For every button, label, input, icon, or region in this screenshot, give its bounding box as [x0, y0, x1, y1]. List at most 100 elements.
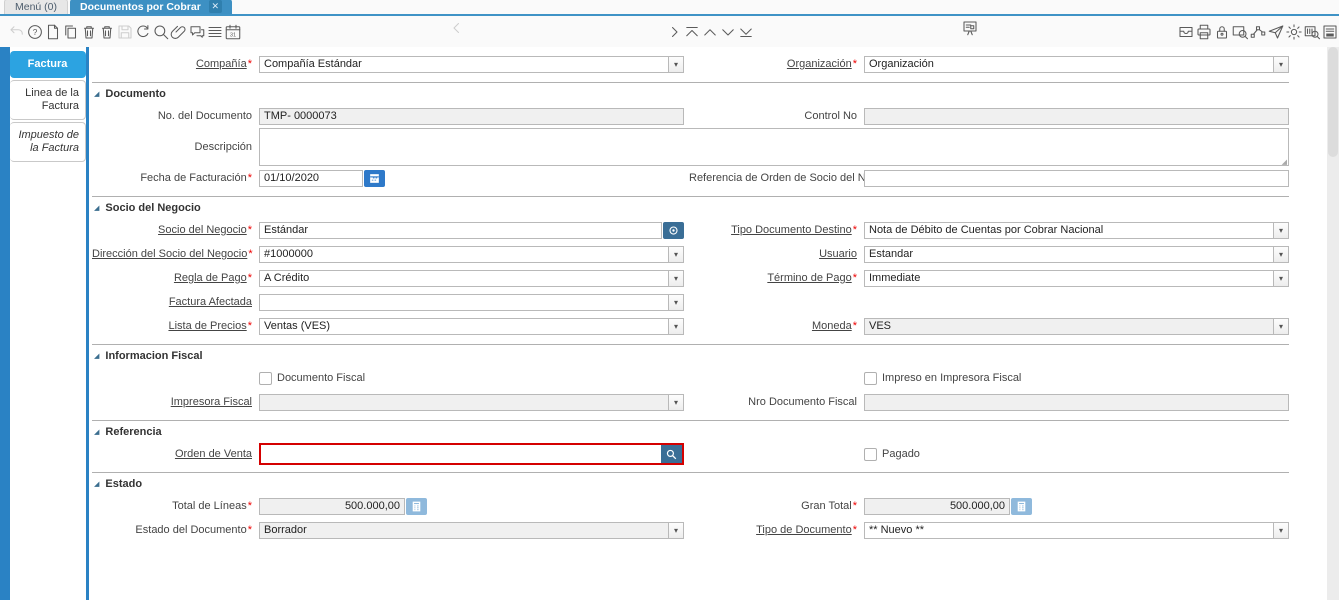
collapse-triangle-icon[interactable]: ◢ — [94, 91, 99, 98]
delete-record-icon[interactable] — [80, 19, 98, 45]
socio-del-negocio-label[interactable]: Socio del Negocio* — [92, 224, 254, 236]
tipo-de-documento-label[interactable]: Tipo de Documento* — [689, 524, 859, 536]
find-icon[interactable] — [152, 19, 170, 45]
moneda-label[interactable]: Moneda* — [689, 320, 859, 332]
archive-icon[interactable] — [1177, 19, 1195, 45]
usuario-combobox[interactable]: Estandar ▾ — [864, 245, 1289, 263]
required-asterisk: * — [247, 524, 252, 536]
sidebar-tab-impuesto-de-la-factura[interactable]: Impuesto de la Factura — [10, 122, 86, 162]
impresora-fiscal-label[interactable]: Impresora Fiscal — [92, 396, 254, 408]
termino-de-pago-combobox[interactable]: Immediate ▾ — [864, 269, 1289, 287]
chevron-down-icon[interactable]: ▾ — [668, 294, 683, 310]
tipo-de-documento-combobox[interactable]: ** Nuevo ** ▾ — [864, 521, 1289, 539]
direccion-del-socio-del-negocio-label[interactable]: Dirección del Socio del Negocio* — [92, 248, 254, 260]
required-asterisk: * — [247, 224, 252, 236]
organizacion-combobox[interactable]: Organización ▾ — [864, 55, 1289, 73]
product-info-icon[interactable] — [1303, 19, 1321, 45]
last-record-icon[interactable] — [737, 19, 755, 45]
lista-de-precios-label[interactable]: Lista de Precios* — [92, 320, 254, 332]
tipo-documento-destino-combobox[interactable]: Nota de Débito de Cuentas por Cobrar Nac… — [864, 221, 1289, 239]
orden-de-venta-input[interactable] — [261, 445, 660, 463]
required-asterisk: * — [248, 248, 253, 260]
calculator-button[interactable] — [1011, 497, 1032, 515]
chevron-down-icon[interactable]: ▾ — [1273, 246, 1288, 262]
chevron-down-icon[interactable]: ▾ — [1273, 222, 1288, 238]
chevron-down-icon[interactable]: ▾ — [1273, 270, 1288, 286]
regla-de-pago-label[interactable]: Regla de Pago* — [92, 272, 254, 284]
calendar-requests-icon[interactable] — [224, 19, 242, 45]
tab-documentos-por-cobrar[interactable]: Documentos por Cobrar ✕ — [70, 0, 232, 14]
detail-record-icon[interactable] — [665, 19, 683, 45]
regla-de-pago-combobox[interactable]: A Crédito ▾ — [259, 269, 684, 287]
chat-icon[interactable] — [188, 19, 206, 45]
resize-handle-icon[interactable]: ◢ — [1282, 158, 1287, 166]
help-icon[interactable] — [26, 19, 44, 45]
workflow-icon[interactable] — [1249, 19, 1267, 45]
collapse-triangle-icon[interactable]: ◢ — [94, 481, 99, 488]
chevron-down-icon[interactable]: ▾ — [668, 270, 683, 286]
pagado-checkbox[interactable] — [864, 447, 877, 461]
chevron-down-icon[interactable]: ▾ — [1273, 56, 1288, 72]
lista-de-precios-combobox[interactable]: Ventas (VES) ▾ — [259, 317, 684, 335]
new-record-icon[interactable] — [44, 19, 62, 45]
report-icon[interactable] — [763, 19, 1178, 45]
print-preview-icon[interactable] — [1321, 19, 1339, 45]
documento-fiscal-checkbox[interactable] — [259, 371, 272, 385]
scrollbar-thumb[interactable] — [1328, 47, 1338, 157]
lista-de-precios-value: Ventas (VES) — [264, 319, 331, 332]
next-record-icon[interactable] — [719, 19, 737, 45]
impreso-en-impresora-fiscal-checkbox[interactable] — [864, 371, 877, 385]
compania-combobox[interactable]: Compañía Estándar ▾ — [259, 55, 684, 73]
close-tab-icon[interactable]: ✕ — [208, 0, 222, 13]
compania-label[interactable]: Compañía* — [92, 58, 254, 70]
grid-toggle-icon[interactable] — [206, 19, 224, 45]
section-header-referencia[interactable]: ◢ Referencia — [92, 420, 1289, 442]
business-partner-info-button[interactable] — [663, 221, 684, 239]
form-row: Socio del Negocio* Estándar Tipo Documento… — [92, 218, 1289, 242]
section-header-informacion-fiscal[interactable]: ◢ Informacion Fiscal — [92, 344, 1289, 366]
chevron-down-icon[interactable]: ▾ — [668, 318, 683, 334]
descripcion-textarea[interactable]: ◢ — [259, 128, 1289, 166]
chevron-down-icon[interactable]: ▾ — [668, 522, 683, 538]
process-icon[interactable] — [1285, 19, 1303, 45]
section-header-estado[interactable]: ◢ Estado — [92, 472, 1289, 494]
termino-de-pago-label[interactable]: Término de Pago* — [689, 272, 859, 284]
tipo-documento-destino-label[interactable]: Tipo Documento Destino* — [689, 224, 859, 236]
zoom-across-icon[interactable] — [1231, 19, 1249, 45]
collapse-triangle-icon[interactable]: ◢ — [94, 205, 99, 212]
previous-record-icon[interactable] — [701, 19, 719, 45]
chevron-down-icon[interactable]: ▾ — [1273, 318, 1288, 334]
tab-menu[interactable]: Menú (0) — [4, 0, 69, 14]
factura-afectada-combobox[interactable]: ▾ — [259, 293, 684, 311]
calendar-button[interactable] — [364, 169, 385, 187]
direccion-del-socio-del-negocio-combobox[interactable]: #1000000 ▾ — [259, 245, 684, 263]
calculator-button[interactable] — [406, 497, 427, 515]
attachment-icon[interactable] — [170, 19, 188, 45]
lock-icon[interactable] — [1213, 19, 1231, 45]
send-mail-icon[interactable] — [1267, 19, 1285, 45]
record-lookup-button[interactable] — [661, 445, 682, 463]
refresh-icon[interactable] — [134, 19, 152, 45]
chevron-down-icon[interactable]: ▾ — [668, 394, 683, 410]
section-header-socio-del-negocio[interactable]: ◢ Socio del Negocio — [92, 196, 1289, 218]
chevron-down-icon[interactable]: ▾ — [668, 56, 683, 72]
chevron-down-icon[interactable]: ▾ — [668, 246, 683, 262]
section-header-documento[interactable]: ◢ Documento — [92, 82, 1289, 104]
first-record-icon[interactable] — [683, 19, 701, 45]
print-icon[interactable] — [1195, 19, 1213, 45]
orden-de-venta-label[interactable]: Orden de Venta — [92, 448, 254, 460]
usuario-label[interactable]: Usuario — [689, 248, 859, 260]
collapse-triangle-icon[interactable]: ◢ — [94, 353, 99, 360]
copy-record-icon[interactable] — [62, 19, 80, 45]
vertical-scrollbar[interactable] — [1327, 47, 1339, 600]
socio-del-negocio-input[interactable]: Estándar — [259, 221, 662, 239]
organizacion-label[interactable]: Organización* — [689, 58, 859, 70]
delete-selection-icon[interactable] — [98, 19, 116, 45]
referencia-de-orden-de-socio-del-negocio-input[interactable] — [864, 169, 1289, 187]
chevron-down-icon[interactable]: ▾ — [1273, 522, 1288, 538]
fecha-de-facturacion-input[interactable]: 01/10/2020 — [259, 169, 363, 187]
collapse-triangle-icon[interactable]: ◢ — [94, 429, 99, 436]
sidebar-tab-factura[interactable]: Factura — [10, 51, 86, 78]
factura-afectada-label[interactable]: Factura Afectada — [92, 296, 254, 308]
sidebar-tab-linea-de-la-factura[interactable]: Linea de la Factura — [10, 80, 86, 120]
